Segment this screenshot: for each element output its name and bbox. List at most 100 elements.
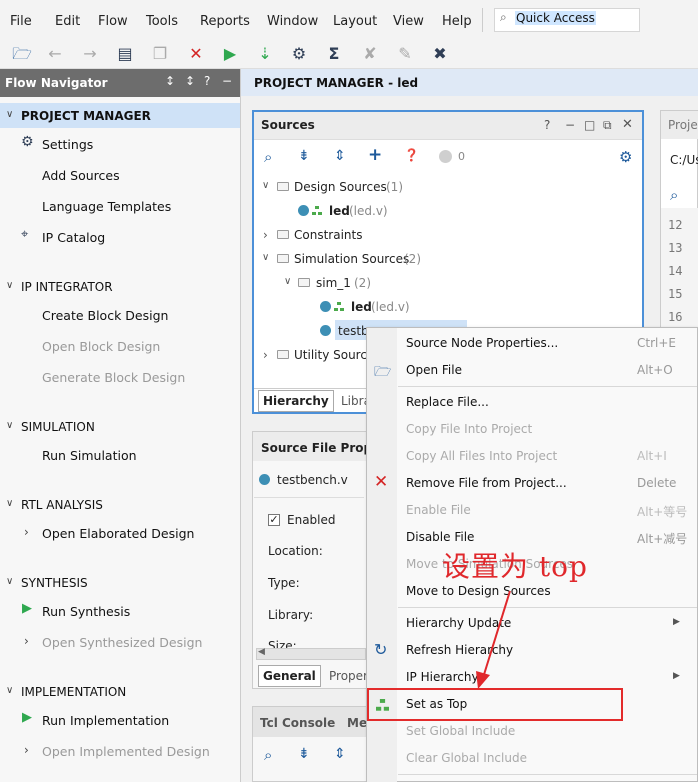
open-project-icon[interactable]: 🗁: [12, 44, 32, 64]
menu-tools[interactable]: Tools: [146, 14, 178, 29]
fn-item-run-simulation[interactable]: Run Simulation: [42, 448, 137, 463]
fn-item-open-implemented-design[interactable]: Open Implemented Design: [42, 744, 210, 759]
chevron-right-icon[interactable]: ›: [24, 634, 29, 648]
copy-icon[interactable]: ❐: [150, 44, 170, 64]
collapse-all-icon[interactable]: ⇟: [298, 746, 310, 762]
chevron-down-icon[interactable]: ∨: [6, 280, 13, 291]
tree-led[interactable]: led: [329, 204, 350, 218]
help-icon[interactable]: ?: [544, 118, 550, 132]
section-project-manager[interactable]: PROJECT MANAGER: [21, 109, 151, 123]
chevron-down-icon[interactable]: ∨: [262, 180, 269, 191]
scroll-left-icon[interactable]: ◀: [258, 647, 265, 657]
section-simulation[interactable]: SIMULATION: [21, 420, 95, 434]
horizontal-scrollbar[interactable]: [256, 648, 366, 660]
menu-help[interactable]: Help: [442, 14, 472, 29]
fn-item-language-templates[interactable]: Language Templates: [42, 199, 171, 214]
collapse-all-icon[interactable]: ⇟: [298, 148, 310, 164]
chevron-down-icon[interactable]: ∨: [284, 276, 291, 287]
menu-item-copy-file-into-project[interactable]: Copy File Into Project: [406, 422, 532, 436]
menu-layout[interactable]: Layout: [333, 14, 377, 29]
menu-item-source-node-properties[interactable]: Source Node Properties...: [406, 336, 558, 350]
menu-item-set-global-include[interactable]: Set Global Include: [406, 724, 515, 738]
gear-icon[interactable]: ⚙: [289, 44, 309, 64]
tree-sim-1[interactable]: sim_1: [316, 276, 351, 290]
tab-project-summary[interactable]: Proje: [668, 118, 698, 132]
chevron-right-icon[interactable]: ›: [263, 228, 268, 242]
add-icon[interactable]: +: [368, 145, 382, 165]
menu-item-disable-file[interactable]: Disable File: [406, 530, 474, 544]
tab-tcl-console[interactable]: Tcl Console: [260, 716, 335, 730]
menu-item-replace-file[interactable]: Replace File...: [406, 395, 489, 409]
tree-constraints[interactable]: Constraints: [294, 228, 362, 242]
tab-messages[interactable]: Me: [347, 716, 367, 730]
float-icon[interactable]: ⧉: [603, 118, 612, 133]
search-icon[interactable]: ⌕: [264, 746, 272, 764]
fn-item-add-sources[interactable]: Add Sources: [42, 168, 120, 183]
enabled-checkbox[interactable]: ✓: [268, 514, 280, 526]
section-rtl-analysis[interactable]: RTL ANALYSIS: [21, 498, 103, 512]
tab-properties[interactable]: Proper: [329, 669, 368, 683]
menu-reports[interactable]: Reports: [200, 14, 250, 29]
fn-item-open-block-design[interactable]: Open Block Design: [42, 339, 160, 354]
menu-view[interactable]: View: [393, 14, 424, 29]
minimize-icon[interactable]: −: [222, 74, 232, 88]
fn-item-open-synthesized-design[interactable]: Open Synthesized Design: [42, 635, 202, 650]
undo-icon[interactable]: ←: [45, 44, 65, 64]
chevron-down-icon[interactable]: ∨: [6, 576, 13, 587]
menu-window[interactable]: Window: [267, 14, 318, 29]
chevron-right-icon[interactable]: ›: [24, 743, 29, 757]
chevron-down-icon[interactable]: ∨: [6, 685, 13, 696]
fn-item-open-elaborated-design[interactable]: Open Elaborated Design: [42, 526, 194, 541]
menu-flow[interactable]: Flow: [98, 14, 128, 29]
expand-all-icon[interactable]: ⇕: [334, 148, 346, 164]
close-icon[interactable]: ✕: [622, 117, 633, 132]
expand-all-icon[interactable]: ⇕: [334, 746, 346, 762]
tree-simulation-sources[interactable]: Simulation Sources: [294, 252, 409, 266]
fn-item-settings[interactable]: Settings: [42, 137, 93, 152]
fn-item-ip-catalog[interactable]: IP Catalog: [42, 230, 105, 245]
section-implementation[interactable]: IMPLEMENTATION: [21, 685, 126, 699]
chevron-down-icon[interactable]: ∨: [6, 498, 13, 509]
tree-design-sources[interactable]: Design Sources: [294, 180, 387, 194]
tree-sim-led[interactable]: led: [351, 300, 372, 314]
program-icon[interactable]: ⇣: [255, 44, 275, 64]
menu-item-open-file[interactable]: Open File: [406, 363, 462, 377]
delete-icon[interactable]: ✕: [186, 44, 206, 64]
fn-item-run-implementation[interactable]: Run Implementation: [42, 713, 169, 728]
menu-item-clear-global-include[interactable]: Clear Global Include: [406, 751, 527, 765]
properties-icon[interactable]: ❓: [404, 148, 419, 162]
help-icon[interactable]: ?: [204, 74, 210, 88]
section-ip-integrator[interactable]: IP INTEGRATOR: [21, 280, 113, 294]
section-synthesis[interactable]: SYNTHESIS: [21, 576, 88, 590]
collapse-all-icon[interactable]: ↕: [165, 74, 175, 88]
menu-item-copy-all-files[interactable]: Copy All Files Into Project: [406, 449, 557, 463]
sigma-icon[interactable]: Σ: [324, 44, 344, 64]
fn-item-run-synthesis[interactable]: Run Synthesis: [42, 604, 130, 619]
chevron-right-icon[interactable]: ›: [263, 348, 268, 362]
minimize-icon[interactable]: −: [565, 118, 575, 132]
gear-icon[interactable]: ⚙: [619, 148, 632, 166]
wrench-icon[interactable]: ✖: [430, 44, 450, 64]
run-icon[interactable]: ▶: [220, 44, 240, 64]
search-icon[interactable]: ⌕: [264, 148, 272, 166]
menu-item-ip-hierarchy[interactable]: IP Hierarchy: [406, 670, 479, 684]
fn-item-create-block-design[interactable]: Create Block Design: [42, 308, 168, 323]
document-icon[interactable]: ▤: [115, 44, 135, 64]
tab-hierarchy[interactable]: Hierarchy: [258, 390, 334, 412]
expand-all-icon[interactable]: ↕: [185, 74, 195, 88]
chevron-down-icon[interactable]: ∨: [6, 109, 13, 120]
search-icon[interactable]: ⌕: [670, 186, 678, 204]
menu-item-enable-file[interactable]: Enable File: [406, 503, 471, 517]
menu-edit[interactable]: Edit: [55, 14, 80, 29]
menu-item-remove-file[interactable]: Remove File from Project...: [406, 476, 567, 490]
redo-icon[interactable]: →: [80, 44, 100, 64]
tree-testbench[interactable]: testb: [338, 324, 369, 338]
chevron-down-icon[interactable]: ∨: [262, 252, 269, 263]
chevron-down-icon[interactable]: ∨: [6, 420, 13, 431]
pencil-icon[interactable]: ✎: [395, 44, 415, 64]
maximize-icon[interactable]: □: [584, 118, 595, 132]
debug-icon[interactable]: ✘: [360, 44, 380, 64]
fn-item-generate-block-design[interactable]: Generate Block Design: [42, 370, 185, 385]
chevron-right-icon[interactable]: ›: [24, 525, 29, 539]
menu-file[interactable]: File: [10, 14, 32, 29]
